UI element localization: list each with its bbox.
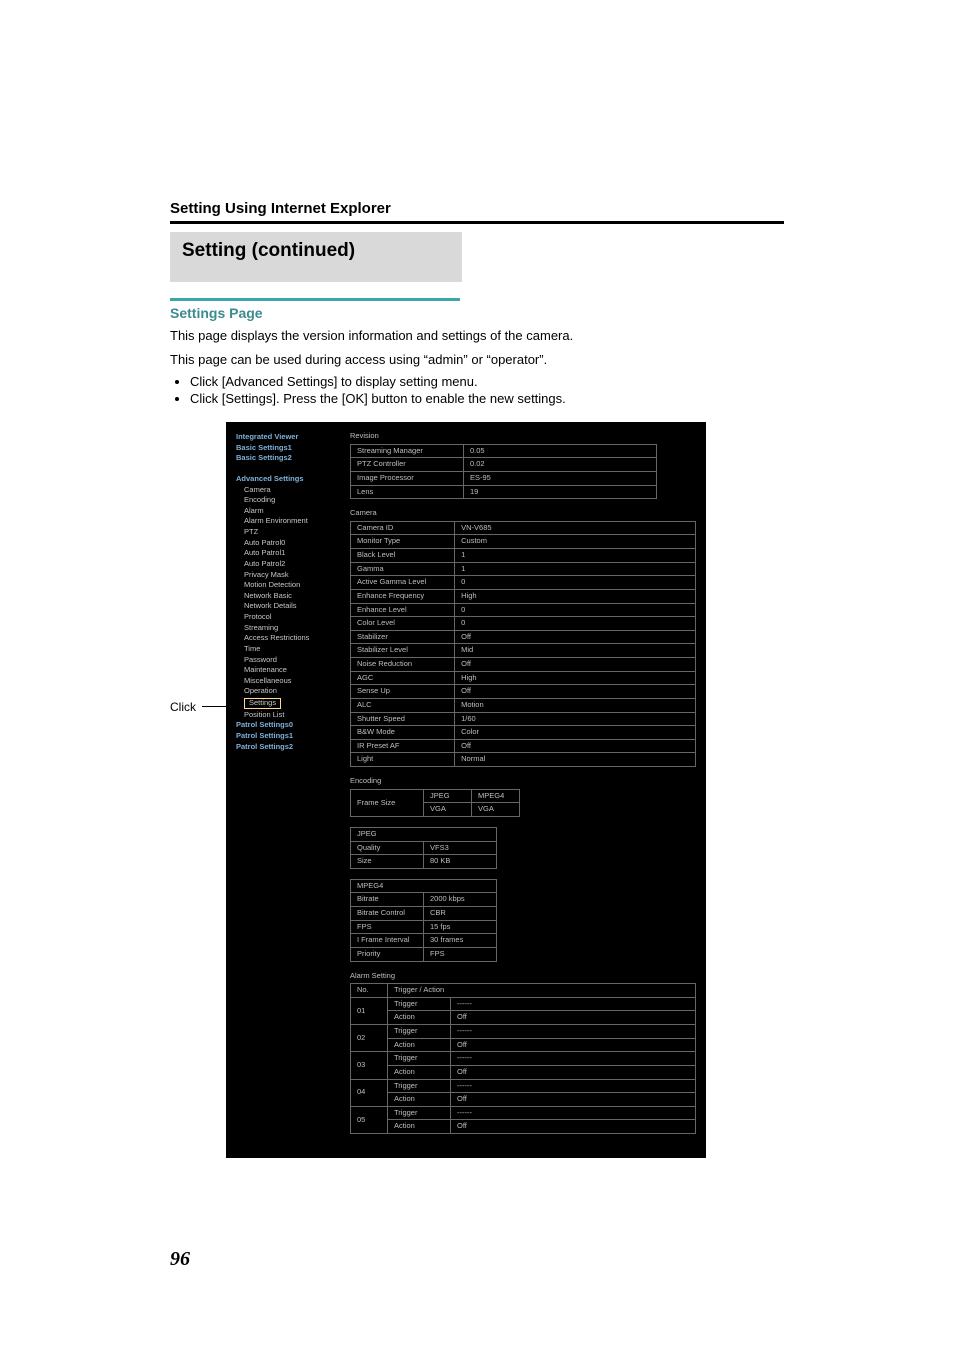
- sidebar-item[interactable]: Encoding: [244, 495, 336, 506]
- table-row: Active Gamma Level0: [351, 576, 696, 590]
- sidebar-item[interactable]: Operation: [244, 686, 336, 697]
- callout-line: [202, 706, 228, 707]
- sidebar-item[interactable]: Auto Patrol2: [244, 559, 336, 570]
- bullet-item: Click [Settings]. Press the [OK] button …: [190, 391, 784, 406]
- table-row: I Frame Interval30 frames: [351, 934, 497, 948]
- settings-sidebar: Integrated Viewer Basic Settings1 Basic …: [236, 432, 336, 1144]
- panel-title: Encoding: [350, 777, 696, 786]
- sidebar-item[interactable]: Patrol Settings2: [236, 742, 336, 753]
- encoding-frame-table: Frame Size JPEG MPEG4 VGA VGA: [350, 789, 520, 817]
- table-row: Bitrate ControlCBR: [351, 907, 497, 921]
- table-row: 03Trigger------: [351, 1052, 696, 1066]
- sidebar-item[interactable]: Patrol Settings1: [236, 731, 336, 742]
- table-row: ActionOff: [351, 1038, 696, 1052]
- sidebar-item[interactable]: Position List: [244, 710, 336, 721]
- table-row: Monitor TypeCustom: [351, 535, 696, 549]
- table-row: B&W ModeColor: [351, 726, 696, 740]
- table-row: Lens19: [351, 485, 657, 499]
- bullet-item: Click [Advanced Settings] to display set…: [190, 374, 784, 389]
- table-row: Sense UpOff: [351, 685, 696, 699]
- revision-table: Streaming Manager0.05 PTZ Controller0.02…: [350, 444, 657, 500]
- panel-title: JPEG: [351, 827, 497, 841]
- sidebar-item[interactable]: Motion Detection: [244, 580, 336, 591]
- page-number: 96: [170, 1248, 784, 1271]
- table-row: Image ProcessorES-95: [351, 471, 657, 485]
- sidebar-item[interactable]: Integrated Viewer: [236, 432, 336, 443]
- table-row: Size80 KB: [351, 855, 497, 869]
- jpeg-table: JPEG QualityVFS3 Size80 KB: [350, 827, 497, 869]
- sidebar-item[interactable]: Miscellaneous: [244, 676, 336, 687]
- table-row: Bitrate2000 kbps: [351, 893, 497, 907]
- panel-title: MPEG4: [351, 879, 497, 893]
- sidebar-item[interactable]: Auto Patrol1: [244, 548, 336, 559]
- table-row: ActionOff: [351, 1093, 696, 1107]
- sidebar-item[interactable]: Camera: [244, 485, 336, 496]
- table-row: Camera IDVN-V685: [351, 521, 696, 535]
- table-row: Enhance Level0: [351, 603, 696, 617]
- table-row: Streaming Manager0.05: [351, 444, 657, 458]
- table-row: ActionOff: [351, 1065, 696, 1079]
- panel-title: Camera: [350, 509, 696, 518]
- table-row: Color Level0: [351, 617, 696, 631]
- settings-content: Revision Streaming Manager0.05 PTZ Contr…: [350, 432, 696, 1144]
- table-row: 01Trigger------: [351, 997, 696, 1011]
- table-row: Noise ReductionOff: [351, 658, 696, 672]
- table-row: Black Level1: [351, 549, 696, 563]
- camera-table: Camera IDVN-V685 Monitor TypeCustom Blac…: [350, 521, 696, 767]
- sidebar-item-selected[interactable]: Settings: [244, 698, 281, 709]
- table-row: FPS15 fps: [351, 920, 497, 934]
- table-row: Stabilizer LevelMid: [351, 644, 696, 658]
- table-row: ActionOff: [351, 1011, 696, 1025]
- sidebar-item[interactable]: Network Basic: [244, 591, 336, 602]
- accent-bar: [170, 298, 460, 301]
- sidebar-item[interactable]: Patrol Settings0: [236, 720, 336, 731]
- table-row: 05Trigger------: [351, 1106, 696, 1120]
- sidebar-heading[interactable]: Advanced Settings: [236, 474, 336, 485]
- table-row: QualityVFS3: [351, 841, 497, 855]
- embedded-screenshot: Integrated Viewer Basic Settings1 Basic …: [226, 422, 706, 1158]
- sidebar-item[interactable]: Auto Patrol0: [244, 538, 336, 549]
- table-row: LightNormal: [351, 753, 696, 767]
- callout-label: Click: [170, 700, 196, 714]
- table-row: IR Preset AFOff: [351, 739, 696, 753]
- sidebar-item[interactable]: Privacy Mask: [244, 570, 336, 581]
- block-title-container: Setting (continued): [170, 232, 462, 282]
- table-row: StabilizerOff: [351, 630, 696, 644]
- sidebar-item[interactable]: PTZ: [244, 527, 336, 538]
- sidebar-item[interactable]: Streaming: [244, 623, 336, 634]
- table-row: Gamma1: [351, 562, 696, 576]
- sidebar-item[interactable]: Password: [244, 655, 336, 666]
- table-row: Frame Size JPEG MPEG4: [351, 789, 520, 803]
- sidebar-item[interactable]: Alarm: [244, 506, 336, 517]
- sidebar-item[interactable]: Basic Settings1: [236, 443, 336, 454]
- subheading: Settings Page: [170, 305, 784, 321]
- bullet-list: Click [Advanced Settings] to display set…: [176, 374, 784, 406]
- sidebar-item[interactable]: Maintenance: [244, 665, 336, 676]
- table-row: Enhance FrequencyHigh: [351, 589, 696, 603]
- horizontal-rule: [170, 221, 784, 224]
- sidebar-item[interactable]: Network Details: [244, 601, 336, 612]
- mpeg-table: MPEG4 Bitrate2000 kbps Bitrate ControlCB…: [350, 879, 497, 962]
- alarm-table: No. Trigger / Action 01Trigger------ Act…: [350, 983, 696, 1134]
- block-title: Setting (continued): [182, 240, 355, 261]
- table-row: ALCMotion: [351, 698, 696, 712]
- sidebar-item[interactable]: Time: [244, 644, 336, 655]
- table-row: AGCHigh: [351, 671, 696, 685]
- section-header: Setting Using Internet Explorer: [170, 200, 784, 217]
- table-row: Shutter Speed1/60: [351, 712, 696, 726]
- table-row: 04Trigger------: [351, 1079, 696, 1093]
- sidebar-item[interactable]: Basic Settings2: [236, 453, 336, 464]
- table-row: No. Trigger / Action: [351, 984, 696, 998]
- table-row: ActionOff: [351, 1120, 696, 1134]
- paragraph: This page displays the version informati…: [170, 327, 784, 345]
- table-row: PTZ Controller0.02: [351, 458, 657, 472]
- sidebar-item[interactable]: Alarm Environment: [244, 516, 336, 527]
- panel-title: Alarm Setting: [350, 972, 696, 981]
- table-row: PriorityFPS: [351, 947, 497, 961]
- sidebar-item[interactable]: Access Restrictions: [244, 633, 336, 644]
- sidebar-item[interactable]: Protocol: [244, 612, 336, 623]
- table-row: 02Trigger------: [351, 1025, 696, 1039]
- panel-title: Revision: [350, 432, 696, 441]
- paragraph: This page can be used during access usin…: [170, 351, 784, 369]
